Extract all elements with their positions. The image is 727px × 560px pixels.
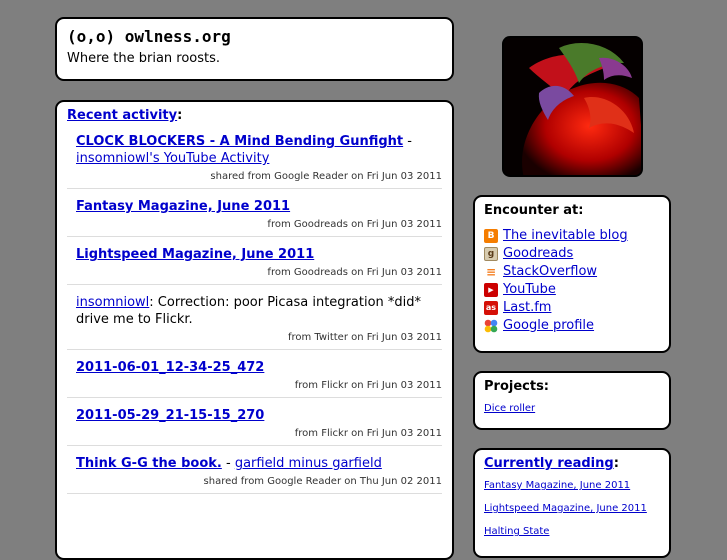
activity-item: insomniowl: Correction: poor Picasa inte… [67, 294, 442, 350]
projects-heading: Projects: [484, 379, 549, 394]
activity-title-link[interactable]: 2011-06-01_12-34-25_472 [76, 360, 264, 375]
activity-meta: from Twitter on Fri Jun 03 2011 [287, 332, 442, 343]
activity-title-link[interactable]: 2011-05-29_21-15-15_270 [76, 408, 264, 423]
activity-item: CLOCK BLOCKERS - A Mind Bending Gunfight… [67, 133, 442, 189]
activity-meta: shared from Google Reader on Thu Jun 02 … [203, 476, 442, 487]
activity-meta: from Goodreads on Fri Jun 03 2011 [267, 219, 442, 230]
twitter-user-link[interactable]: insomniowl [76, 295, 149, 310]
activity-item: Lightspeed Magazine, June 2011 from Good… [67, 246, 442, 285]
goodreads-icon: g [484, 247, 498, 261]
encounter-link[interactable]: Last.fm [503, 299, 551, 317]
recent-activity-link[interactable]: Recent activity [67, 108, 177, 123]
projects-panel: Projects: Dice roller [473, 371, 671, 430]
activity-meta: from Goodreads on Fri Jun 03 2011 [267, 267, 442, 278]
activity-item: 2011-06-01_12-34-25_472 from Flickr on F… [67, 359, 442, 398]
activity-title-link[interactable]: Lightspeed Magazine, June 2011 [76, 247, 314, 262]
activity-title-link[interactable]: Fantasy Magazine, June 2011 [76, 199, 290, 214]
encounter-item[interactable]: as Last.fm [484, 299, 660, 317]
encounter-item[interactable]: g Goodreads [484, 245, 660, 263]
encounter-link[interactable]: YouTube [503, 281, 556, 299]
recent-activity-heading: Recent activity: [67, 108, 442, 123]
site-tagline: Where the brian roosts. [67, 51, 221, 66]
encounter-link[interactable]: Google profile [503, 317, 594, 335]
book-link[interactable]: Halting State [484, 526, 660, 538]
activity-title-link[interactable]: Think G-G the book. [76, 456, 222, 471]
lastfm-icon: as [484, 301, 498, 315]
activity-meta: from Flickr on Fri Jun 03 2011 [294, 380, 442, 391]
activity-separator: - [221, 456, 235, 471]
encounter-item[interactable]: B The inevitable blog [484, 227, 660, 245]
encounter-item[interactable]: Google profile [484, 317, 660, 335]
activity-separator: - [403, 134, 412, 149]
encounter-link[interactable]: The inevitable blog [503, 227, 628, 245]
blogger-icon: B [484, 229, 498, 243]
encounter-item[interactable]: ▶ YouTube [484, 281, 660, 299]
encounter-panel: Encounter at: B The inevitable blog g Go… [473, 195, 671, 353]
youtube-icon: ▶ [484, 283, 498, 297]
avatar [502, 36, 643, 177]
activity-meta: from Flickr on Fri Jun 03 2011 [294, 428, 442, 439]
activity-item: Think G-G the book. - garfield minus gar… [67, 455, 442, 494]
currently-reading-panel: Currently reading: Fantasy Magazine, Jun… [473, 448, 671, 558]
activity-title-link[interactable]: CLOCK BLOCKERS - A Mind Bending Gunfight [76, 134, 403, 149]
activity-source-link[interactable]: garfield minus garfield [235, 456, 382, 471]
encounter-link[interactable]: Goodreads [503, 245, 573, 263]
recent-activity-panel: Recent activity: CLOCK BLOCKERS - A Mind… [55, 100, 454, 560]
activity-item: 2011-05-29_21-15-15_270 from Flickr on F… [67, 407, 442, 446]
site-title[interactable]: (o,o) owlness.org [67, 27, 442, 47]
owl-artwork-image [504, 38, 641, 175]
activity-meta: shared from Google Reader on Fri Jun 03 … [210, 171, 442, 182]
activity-item: Fantasy Magazine, June 2011 from Goodrea… [67, 198, 442, 237]
heading-colon: : [177, 108, 183, 123]
encounter-item[interactable]: ≡ StackOverflow [484, 263, 660, 281]
site-header: (o,o) owlness.org Where the brian roosts… [55, 17, 454, 81]
book-link[interactable]: Lightspeed Magazine, June 2011 [484, 503, 660, 515]
encounter-heading: Encounter at: [484, 203, 584, 218]
currently-reading-heading: Currently reading: [484, 456, 660, 471]
heading-colon: : [613, 456, 619, 471]
encounter-link[interactable]: StackOverflow [503, 263, 597, 281]
book-link[interactable]: Fantasy Magazine, June 2011 [484, 480, 660, 492]
currently-reading-link[interactable]: Currently reading [484, 456, 614, 471]
google-icon [484, 319, 498, 333]
project-link-dice-roller[interactable]: Dice roller [484, 403, 660, 414]
stackoverflow-icon: ≡ [484, 265, 498, 279]
activity-source-link[interactable]: insomniowl's YouTube Activity [76, 151, 269, 166]
